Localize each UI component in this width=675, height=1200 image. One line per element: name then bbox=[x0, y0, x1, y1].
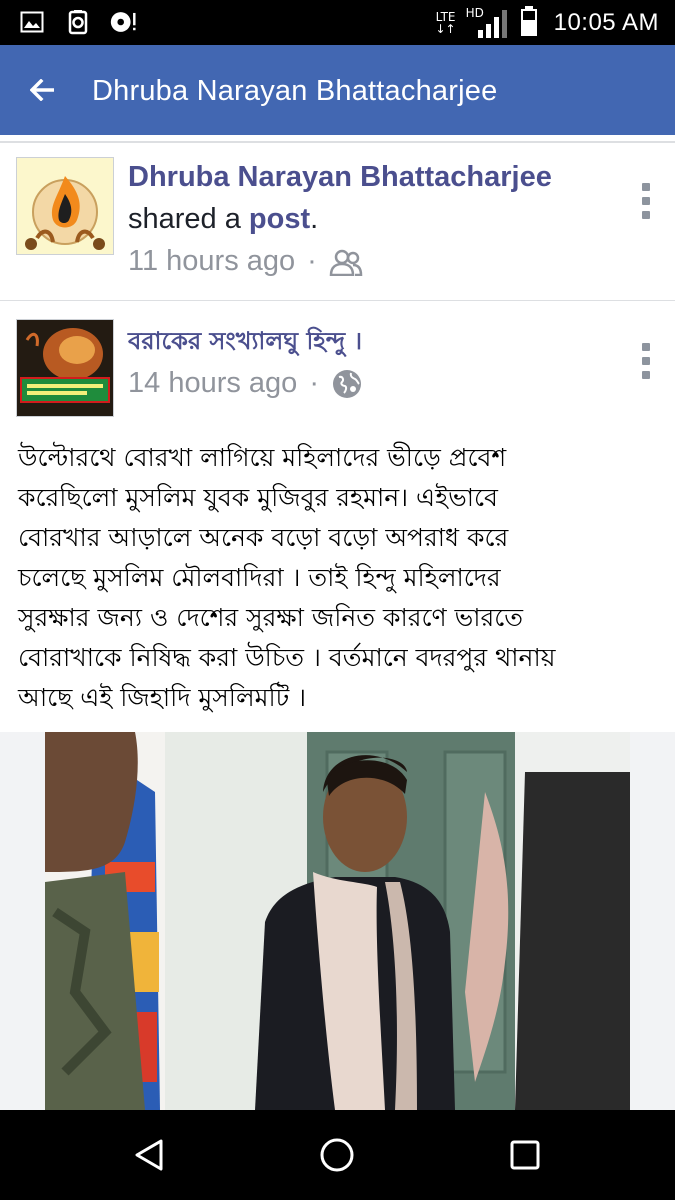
back-button[interactable] bbox=[20, 67, 66, 113]
signal-icon: HD bbox=[466, 6, 510, 38]
battery-icon bbox=[520, 5, 538, 40]
post-text-line: করেছিলো মুসলিম যুবক মুজিবুর রহমান। এইভাব… bbox=[18, 483, 498, 512]
clock: 10:05 AM bbox=[553, 8, 659, 36]
lte-data-icon: LTE ↓↑ bbox=[435, 9, 456, 36]
share-more-options-button[interactable] bbox=[637, 183, 655, 219]
post-text-line: বোরখার আড়ালে অনেক বড়ো বড়ো অপরাধ করে bbox=[18, 523, 509, 552]
action-prefix: shared a bbox=[128, 203, 249, 235]
network-type: LTE bbox=[435, 9, 456, 24]
share-timestamp[interactable]: 11 hours ago bbox=[128, 245, 295, 278]
app-bar: Dhruba Narayan Bhattacharjee bbox=[0, 45, 675, 135]
page-name-line: বরাকের সংখ্যালঘু হিন্দু । bbox=[128, 323, 362, 363]
post-link[interactable]: post bbox=[249, 203, 310, 235]
dot-separator: · bbox=[307, 245, 317, 277]
status-bar: LTE ↓↑ HD 10:05 AM bbox=[0, 0, 675, 45]
post-photo[interactable] bbox=[45, 732, 630, 1110]
page-title: Dhruba Narayan Bhattacharjee bbox=[92, 75, 498, 107]
back-triangle-icon bbox=[135, 1139, 163, 1171]
original-post-header: বরাকের সংখ্যালঘু হিন্দু । 14 hours ago · bbox=[0, 301, 675, 421]
arrow-left-icon bbox=[30, 79, 54, 101]
friends-icon bbox=[329, 249, 363, 276]
globe-icon bbox=[332, 369, 361, 398]
page-name-suffix: । bbox=[353, 327, 363, 355]
action-suffix: . bbox=[310, 203, 319, 235]
page-avatar[interactable] bbox=[16, 319, 114, 417]
share-story-header: Dhruba Narayan Bhattacharjee shared a po… bbox=[0, 141, 675, 301]
post-meta: 14 hours ago · bbox=[128, 367, 363, 400]
sync-alert-icon bbox=[110, 8, 138, 36]
author-name-link[interactable]: Dhruba Narayan Bhattacharjee bbox=[128, 161, 552, 193]
navigation-bar bbox=[0, 1110, 675, 1200]
recents-square-icon bbox=[510, 1140, 540, 1170]
dot-separator: · bbox=[309, 367, 319, 399]
post-text-line: সুরক্ষার জন্য ও দেশের সুরক্ষা জনিত কারণে… bbox=[18, 603, 524, 632]
post-text-line: আছে এই জিহাদি মুসলিমটি । bbox=[18, 683, 307, 712]
share-meta: 11 hours ago · bbox=[128, 245, 363, 278]
gallery-icon bbox=[18, 8, 46, 36]
nav-recents-button[interactable] bbox=[502, 1132, 548, 1178]
notification-icons bbox=[18, 8, 138, 36]
post-text-line: উল্টোরথে বোরখা লাগিয়ে মহিলাদের ভীড়ে প্… bbox=[18, 443, 507, 472]
post-more-options-button[interactable] bbox=[637, 343, 655, 379]
share-author-line: Dhruba Narayan Bhattacharjee bbox=[128, 161, 552, 194]
page-name-link[interactable]: বরাকের সংখ্যালঘু হিন্দু bbox=[128, 327, 345, 355]
post-text-line: বোরাখাকে নিষিদ্ধ করা উচিত । বর্তমানে বদর… bbox=[18, 643, 556, 672]
system-status: LTE ↓↑ HD 10:05 AM bbox=[435, 0, 659, 45]
home-circle-icon bbox=[320, 1138, 354, 1172]
nav-home-button[interactable] bbox=[314, 1132, 360, 1178]
post-timestamp[interactable]: 14 hours ago bbox=[128, 367, 297, 400]
post-text-line: চলেছে মুসলিম মৌলবাদিরা । তাই হিন্দু মহিল… bbox=[18, 563, 501, 592]
avatar[interactable] bbox=[16, 157, 114, 255]
post-body: উল্টোরথে বোরখা লাগিয়ে মহিলাদের ভীড়ে প্… bbox=[18, 438, 663, 718]
share-action-line: shared a post. bbox=[128, 203, 318, 236]
nav-back-button[interactable] bbox=[126, 1132, 172, 1178]
recycle-icon bbox=[64, 8, 92, 36]
